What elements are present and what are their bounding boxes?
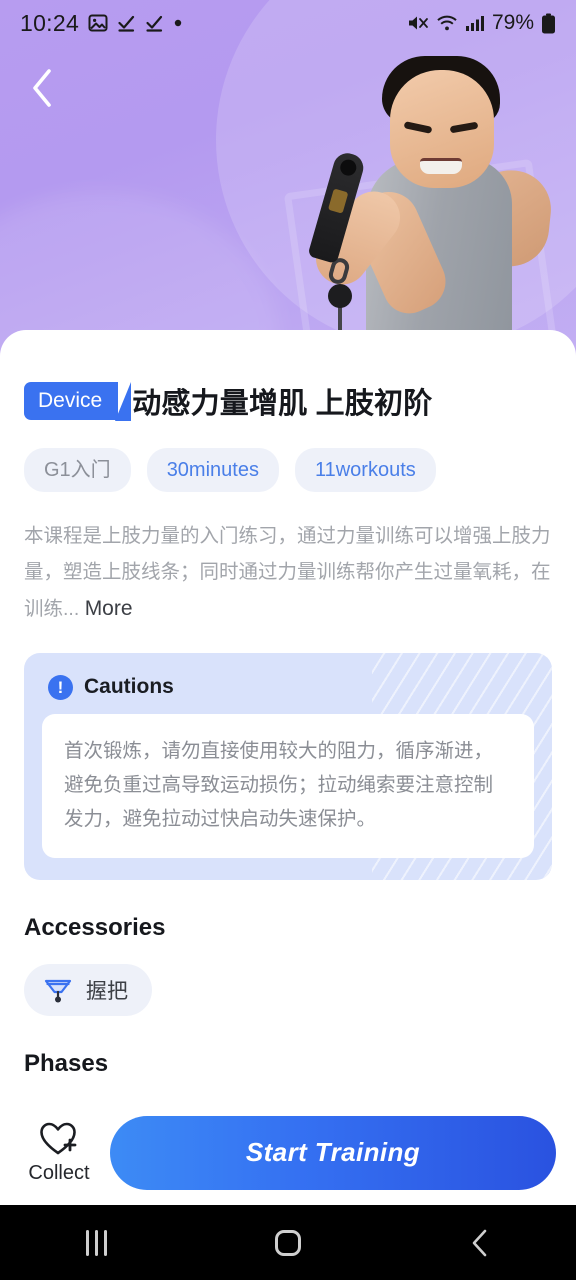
home-icon (275, 1229, 301, 1256)
more-link[interactable]: More (85, 597, 133, 620)
android-nav-bar (0, 1205, 576, 1280)
cautions-header: ! Cautions (42, 671, 534, 714)
status-bar-left: 10:24 (20, 10, 183, 37)
status-bar-right: 79% (407, 11, 556, 35)
course-tags: G1入门 30minutes 11workouts (0, 422, 576, 492)
collect-button[interactable]: Collect (20, 1120, 98, 1185)
mute-icon (408, 16, 428, 30)
course-title-row: Device 动感力量增肌 上肢初阶 (0, 330, 576, 422)
status-bar: 10:24 79% (0, 0, 576, 46)
wifi-icon (437, 15, 457, 31)
heart-plus-icon (40, 1122, 77, 1155)
content-sheet: Device 动感力量增肌 上肢初阶 G1入门 30minutes 11work… (0, 330, 576, 1130)
back-button[interactable] (20, 66, 64, 110)
cautions-card: ! Cautions 首次锻炼，请勿直接使用较大的阻力，循序渐进，避免负重过高导… (24, 652, 552, 881)
course-description: 本课程是上肢力量的入门练习，通过力量训练可以增强上肢力量，塑造上肢线条；同时通过… (0, 492, 576, 629)
tag-workouts[interactable]: 11workouts (294, 448, 436, 492)
athlete-mouth (420, 158, 462, 174)
collect-label: Collect (28, 1162, 90, 1184)
cable-ball (328, 284, 352, 308)
recents-icon (85, 1229, 107, 1256)
phases-title: Phases (24, 1050, 109, 1078)
cautions-text: 首次锻炼，请勿直接使用较大的阻力，循序渐进，避免负重过高导致运动损伤；拉动绳索要… (42, 713, 534, 859)
device-badge: Device (24, 382, 132, 422)
task-check-icon (118, 15, 135, 32)
hero-athlete-image (270, 32, 570, 372)
accessory-label: 握把 (86, 980, 128, 1004)
nav-home-button[interactable] (228, 1229, 348, 1256)
accessory-item-grip[interactable]: 握把 (24, 964, 152, 1017)
bottom-action-bar: Collect Start Training (0, 1100, 576, 1205)
grip-handle-icon (44, 980, 72, 1003)
hero-banner: 10:24 79% (0, 0, 576, 372)
page-title: 动感力量增肌 上肢初阶 (132, 388, 433, 420)
exclamation-circle-icon: ! (48, 674, 73, 700)
status-time: 10:24 (20, 9, 80, 36)
battery-percent: 79% (491, 11, 534, 34)
signal-icon (465, 16, 484, 31)
nav-back-button[interactable] (420, 1228, 540, 1258)
accessories-title: Accessories (24, 914, 166, 942)
nav-recents-button[interactable] (36, 1229, 156, 1256)
tag-level[interactable]: G1入门 (24, 448, 131, 492)
app-screen: 10:24 79% Device 动感力量增肌 上肢初阶 G1入门 30minu… (0, 0, 576, 1280)
image-icon (88, 14, 108, 32)
accessories-list: 握把 (0, 942, 576, 1017)
task-check-icon (146, 15, 163, 32)
handle-tag (327, 188, 349, 214)
battery-icon (542, 13, 555, 33)
tag-duration[interactable]: 30minutes (146, 448, 279, 492)
back-chevron-icon (33, 69, 51, 107)
start-training-button[interactable]: Start Training (110, 1115, 556, 1190)
back-chevron-icon (472, 1229, 487, 1256)
dot-icon (174, 19, 182, 27)
cautions-title: Cautions (84, 675, 174, 699)
handle-hole (338, 157, 359, 178)
